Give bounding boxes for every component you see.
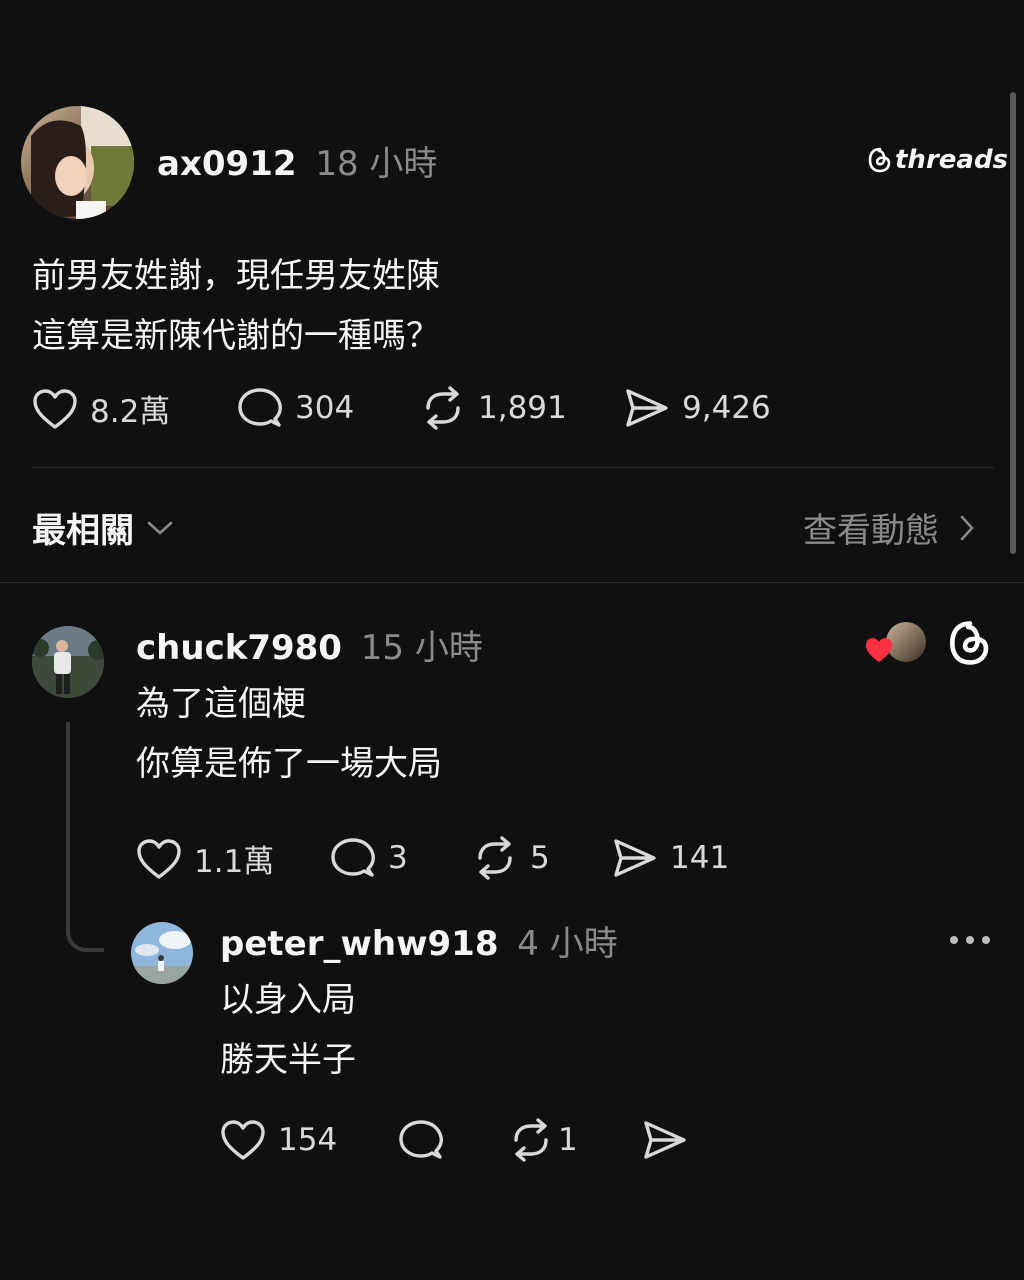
- reply-share-count: 141: [670, 840, 730, 876]
- reply-like-button[interactable]: 1.1萬: [136, 836, 274, 881]
- repost-icon: [426, 386, 460, 430]
- post-share-count: 9,426: [682, 390, 771, 426]
- more-options-button[interactable]: [948, 932, 992, 946]
- chevron-right-icon: [960, 515, 974, 540]
- reply-timestamp: 15 小時: [360, 628, 483, 668]
- reply-author-avatar[interactable]: [32, 626, 104, 698]
- post-reply-count: 304: [295, 390, 355, 426]
- threads-logo-icon: [868, 147, 891, 173]
- reply-repost-count: 5: [530, 840, 550, 876]
- nested-reply-repost-count: 1: [558, 1122, 578, 1158]
- comment-icon: [238, 388, 282, 427]
- comment-icon: [399, 1120, 443, 1159]
- section-divider: [0, 582, 1024, 583]
- sort-label: 最相關: [32, 511, 134, 551]
- heart-icon: [137, 838, 181, 879]
- view-activity-label: 查看動態: [803, 511, 939, 551]
- post-author-avatar[interactable]: [21, 106, 134, 219]
- post-repost-count: 1,891: [478, 390, 567, 426]
- comment-icon: [331, 838, 375, 877]
- nested-reply-author-avatar[interactable]: [131, 922, 193, 984]
- reply-text-line-2: 你算是佈了一場大局: [136, 744, 442, 784]
- reply-reply-count: 3: [388, 840, 408, 876]
- more-horizontal-icon: [950, 936, 990, 944]
- threads-wordmark: threads: [895, 145, 1009, 175]
- post-author-username[interactable]: ax0912: [157, 144, 297, 184]
- chevron-down-icon: [147, 521, 173, 535]
- post-like-count: 8.2萬: [90, 394, 171, 430]
- scrollbar[interactable]: [1010, 92, 1016, 554]
- nested-reply-timestamp: 4 小時: [517, 924, 618, 964]
- liked-by-author-indicator: [864, 620, 928, 666]
- post-reply-button[interactable]: 304: [237, 386, 354, 430]
- reply-like-count: 1.1萬: [194, 844, 275, 880]
- threads-logo: threads: [868, 145, 1008, 175]
- sort-dropdown[interactable]: 最相關: [32, 503, 174, 552]
- nested-reply-reply-button[interactable]: [398, 1118, 444, 1162]
- reply-reply-button[interactable]: 3: [330, 836, 408, 880]
- post-like-button[interactable]: 8.2萬: [32, 386, 170, 431]
- nested-reply-author-username[interactable]: peter_whw918: [220, 924, 498, 964]
- heart-icon: [33, 388, 77, 429]
- send-icon: [626, 389, 668, 427]
- view-activity-link[interactable]: 查看動態: [803, 503, 977, 552]
- nested-reply-repost-button[interactable]: 1: [508, 1118, 578, 1162]
- repost-icon: [514, 1118, 548, 1162]
- thread-connector-line: [66, 722, 104, 952]
- reply-share-button[interactable]: 141: [612, 836, 729, 880]
- heart-icon: [221, 1120, 265, 1160]
- send-icon: [614, 839, 656, 877]
- post-text-line-2: 這算是新陳代謝的一種嗎？: [32, 316, 440, 356]
- post-text-line-1: 前男友姓謝，現任男友姓陳: [32, 256, 440, 296]
- reply-repost-button[interactable]: 5: [472, 836, 550, 880]
- post-share-button[interactable]: 9,426: [624, 386, 771, 430]
- post-divider: [32, 467, 994, 468]
- reply-author-username[interactable]: chuck7980: [136, 628, 342, 668]
- threads-icon[interactable]: [948, 620, 992, 666]
- red-heart-icon: [866, 638, 892, 662]
- send-icon: [644, 1121, 686, 1159]
- post-repost-button[interactable]: 1,891: [420, 386, 567, 430]
- nested-reply-text-line-2: 勝天半子: [220, 1040, 356, 1080]
- nested-reply-like-count: 154: [278, 1122, 338, 1158]
- reply-text-line-1: 為了這個梗: [136, 684, 306, 724]
- nested-reply-text-line-1: 以身入局: [220, 980, 356, 1020]
- nested-reply-like-button[interactable]: 154: [220, 1118, 337, 1162]
- repost-icon: [478, 836, 512, 880]
- post-timestamp: 18 小時: [315, 144, 438, 184]
- nested-reply-share-button[interactable]: [642, 1118, 688, 1162]
